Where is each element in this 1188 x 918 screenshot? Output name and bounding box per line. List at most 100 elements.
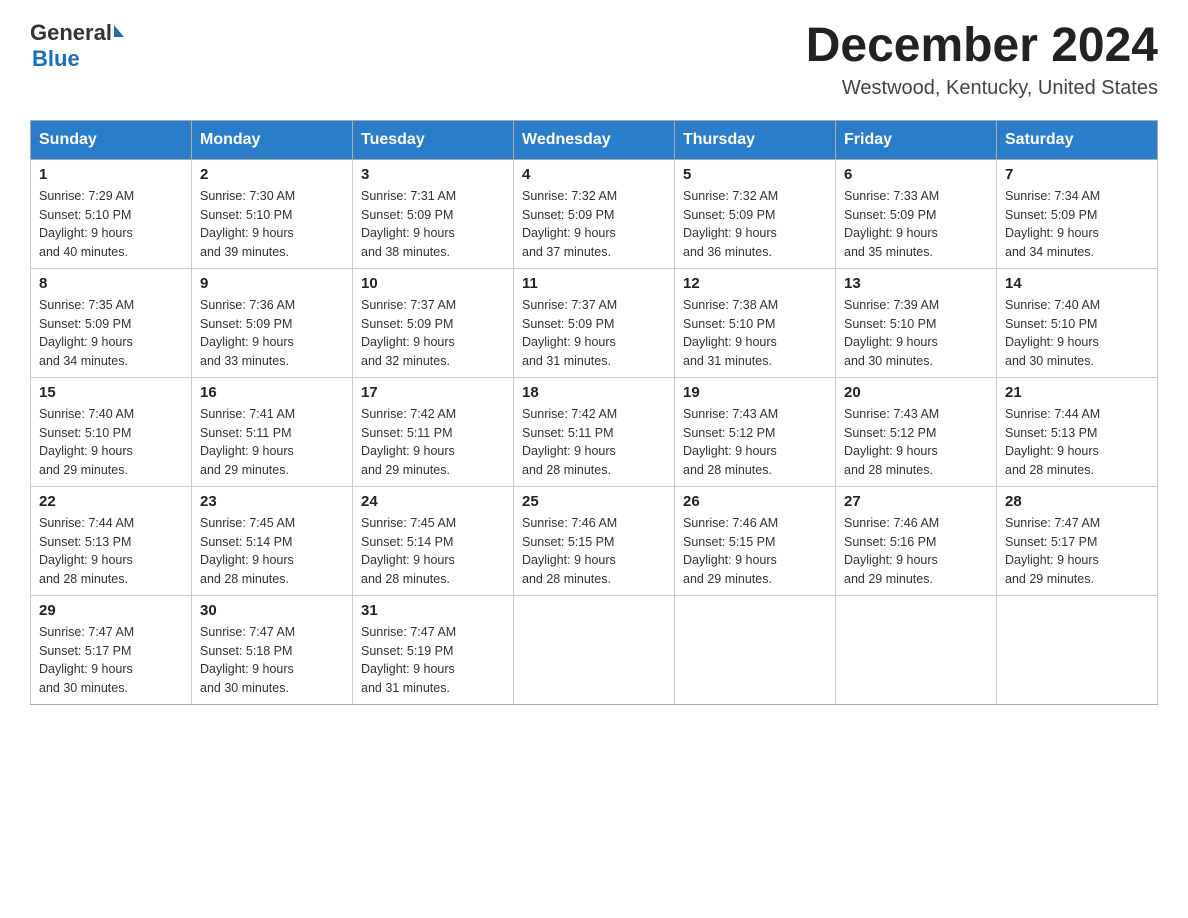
day-info: Sunrise: 7:38 AMSunset: 5:10 PMDaylight:… bbox=[683, 296, 827, 371]
calendar-cell: 31 Sunrise: 7:47 AMSunset: 5:19 PMDayligh… bbox=[353, 595, 514, 704]
calendar-cell: 5 Sunrise: 7:32 AMSunset: 5:09 PMDaylight… bbox=[675, 159, 836, 268]
calendar-cell: 20Sunrise: 7:43 AMSunset: 5:12 PMDayligh… bbox=[836, 377, 997, 486]
day-number: 26 bbox=[683, 493, 827, 510]
day-number: 27 bbox=[844, 493, 988, 510]
location-title: Westwood, Kentucky, United States bbox=[806, 77, 1158, 100]
day-number: 6 bbox=[844, 166, 988, 183]
day-info: Sunrise: 7:39 AMSunset: 5:10 PMDaylight:… bbox=[844, 296, 988, 371]
day-number: 24 bbox=[361, 493, 505, 510]
day-info: Sunrise: 7:34 AMSunset: 5:09 PMDaylight:… bbox=[1005, 187, 1149, 262]
calendar-cell: 13 Sunrise: 7:39 AMSunset: 5:10 PMDayligh… bbox=[836, 268, 997, 377]
calendar-cell: 8Sunrise: 7:35 AMSunset: 5:09 PMDaylight… bbox=[31, 268, 192, 377]
day-number: 4 bbox=[522, 166, 666, 183]
calendar-cell: 6 Sunrise: 7:33 AMSunset: 5:09 PMDaylight… bbox=[836, 159, 997, 268]
day-info: Sunrise: 7:47 AMSunset: 5:17 PMDaylight:… bbox=[39, 623, 183, 698]
calendar-cell bbox=[997, 595, 1158, 704]
day-info: Sunrise: 7:46 AMSunset: 5:15 PMDaylight:… bbox=[522, 514, 666, 589]
calendar-cell: 26 Sunrise: 7:46 AMSunset: 5:15 PMDayligh… bbox=[675, 486, 836, 595]
calendar-cell: 16 Sunrise: 7:41 AMSunset: 5:11 PMDayligh… bbox=[192, 377, 353, 486]
logo: General Blue bbox=[30, 20, 124, 72]
calendar-cell: 15Sunrise: 7:40 AMSunset: 5:10 PMDayligh… bbox=[31, 377, 192, 486]
day-info: Sunrise: 7:42 AMSunset: 5:11 PMDaylight:… bbox=[361, 405, 505, 480]
day-number: 9 bbox=[200, 275, 344, 292]
day-info: Sunrise: 7:43 AMSunset: 5:12 PMDaylight:… bbox=[844, 405, 988, 480]
weekday-header-sunday: Sunday bbox=[31, 120, 192, 159]
day-number: 25 bbox=[522, 493, 666, 510]
day-number: 1 bbox=[39, 166, 183, 183]
page-header: General Blue December 2024 Westwood, Ken… bbox=[30, 20, 1158, 100]
day-info: Sunrise: 7:46 AMSunset: 5:15 PMDaylight:… bbox=[683, 514, 827, 589]
day-number: 8 bbox=[39, 275, 183, 292]
day-info: Sunrise: 7:30 AMSunset: 5:10 PMDaylight:… bbox=[200, 187, 344, 262]
calendar-week-row: 1 Sunrise: 7:29 AMSunset: 5:10 PMDaylight… bbox=[31, 159, 1158, 268]
day-info: Sunrise: 7:41 AMSunset: 5:11 PMDaylight:… bbox=[200, 405, 344, 480]
calendar-cell: 25 Sunrise: 7:46 AMSunset: 5:15 PMDayligh… bbox=[514, 486, 675, 595]
calendar-cell bbox=[514, 595, 675, 704]
day-number: 16 bbox=[200, 384, 344, 401]
day-number: 21 bbox=[1005, 384, 1149, 401]
weekday-header-wednesday: Wednesday bbox=[514, 120, 675, 159]
calendar-cell: 24 Sunrise: 7:45 AMSunset: 5:14 PMDayligh… bbox=[353, 486, 514, 595]
logo-blue-text: Blue bbox=[32, 46, 124, 72]
calendar-cell: 1 Sunrise: 7:29 AMSunset: 5:10 PMDaylight… bbox=[31, 159, 192, 268]
day-number: 31 bbox=[361, 602, 505, 619]
day-info: Sunrise: 7:47 AMSunset: 5:17 PMDaylight:… bbox=[1005, 514, 1149, 589]
day-number: 5 bbox=[683, 166, 827, 183]
calendar-week-row: 15Sunrise: 7:40 AMSunset: 5:10 PMDayligh… bbox=[31, 377, 1158, 486]
day-info: Sunrise: 7:47 AMSunset: 5:18 PMDaylight:… bbox=[200, 623, 344, 698]
calendar-cell: 10 Sunrise: 7:37 AMSunset: 5:09 PMDayligh… bbox=[353, 268, 514, 377]
day-info: Sunrise: 7:32 AMSunset: 5:09 PMDaylight:… bbox=[522, 187, 666, 262]
day-info: Sunrise: 7:37 AMSunset: 5:09 PMDaylight:… bbox=[361, 296, 505, 371]
day-info: Sunrise: 7:33 AMSunset: 5:09 PMDaylight:… bbox=[844, 187, 988, 262]
calendar-cell: 17 Sunrise: 7:42 AMSunset: 5:11 PMDayligh… bbox=[353, 377, 514, 486]
day-info: Sunrise: 7:47 AMSunset: 5:19 PMDaylight:… bbox=[361, 623, 505, 698]
day-number: 13 bbox=[844, 275, 988, 292]
month-title: December 2024 bbox=[806, 20, 1158, 73]
calendar-cell: 22Sunrise: 7:44 AMSunset: 5:13 PMDayligh… bbox=[31, 486, 192, 595]
day-number: 17 bbox=[361, 384, 505, 401]
day-info: Sunrise: 7:43 AMSunset: 5:12 PMDaylight:… bbox=[683, 405, 827, 480]
calendar-cell: 3 Sunrise: 7:31 AMSunset: 5:09 PMDaylight… bbox=[353, 159, 514, 268]
day-info: Sunrise: 7:40 AMSunset: 5:10 PMDaylight:… bbox=[39, 405, 183, 480]
calendar-cell bbox=[675, 595, 836, 704]
day-info: Sunrise: 7:31 AMSunset: 5:09 PMDaylight:… bbox=[361, 187, 505, 262]
calendar-cell: 11 Sunrise: 7:37 AMSunset: 5:09 PMDayligh… bbox=[514, 268, 675, 377]
calendar-cell bbox=[836, 595, 997, 704]
calendar-week-row: 8Sunrise: 7:35 AMSunset: 5:09 PMDaylight… bbox=[31, 268, 1158, 377]
calendar-cell: 29 Sunrise: 7:47 AMSunset: 5:17 PMDayligh… bbox=[31, 595, 192, 704]
day-info: Sunrise: 7:37 AMSunset: 5:09 PMDaylight:… bbox=[522, 296, 666, 371]
weekday-header-tuesday: Tuesday bbox=[353, 120, 514, 159]
calendar-cell: 19Sunrise: 7:43 AMSunset: 5:12 PMDayligh… bbox=[675, 377, 836, 486]
day-info: Sunrise: 7:29 AMSunset: 5:10 PMDaylight:… bbox=[39, 187, 183, 262]
calendar-table: SundayMondayTuesdayWednesdayThursdayFrid… bbox=[30, 120, 1158, 705]
calendar-cell: 4 Sunrise: 7:32 AMSunset: 5:09 PMDaylight… bbox=[514, 159, 675, 268]
calendar-cell: 12Sunrise: 7:38 AMSunset: 5:10 PMDayligh… bbox=[675, 268, 836, 377]
calendar-cell: 28Sunrise: 7:47 AMSunset: 5:17 PMDayligh… bbox=[997, 486, 1158, 595]
title-section: December 2024 Westwood, Kentucky, United… bbox=[806, 20, 1158, 100]
day-number: 30 bbox=[200, 602, 344, 619]
calendar-cell: 23Sunrise: 7:45 AMSunset: 5:14 PMDayligh… bbox=[192, 486, 353, 595]
day-number: 11 bbox=[522, 275, 666, 292]
day-info: Sunrise: 7:44 AMSunset: 5:13 PMDaylight:… bbox=[1005, 405, 1149, 480]
day-number: 14 bbox=[1005, 275, 1149, 292]
calendar-week-row: 22Sunrise: 7:44 AMSunset: 5:13 PMDayligh… bbox=[31, 486, 1158, 595]
calendar-cell: 9 Sunrise: 7:36 AMSunset: 5:09 PMDaylight… bbox=[192, 268, 353, 377]
day-info: Sunrise: 7:42 AMSunset: 5:11 PMDaylight:… bbox=[522, 405, 666, 480]
day-info: Sunrise: 7:45 AMSunset: 5:14 PMDaylight:… bbox=[361, 514, 505, 589]
weekday-header-thursday: Thursday bbox=[675, 120, 836, 159]
day-number: 29 bbox=[39, 602, 183, 619]
calendar-cell: 21 Sunrise: 7:44 AMSunset: 5:13 PMDayligh… bbox=[997, 377, 1158, 486]
calendar-week-row: 29 Sunrise: 7:47 AMSunset: 5:17 PMDayligh… bbox=[31, 595, 1158, 704]
weekday-header-monday: Monday bbox=[192, 120, 353, 159]
day-number: 23 bbox=[200, 493, 344, 510]
day-info: Sunrise: 7:32 AMSunset: 5:09 PMDaylight:… bbox=[683, 187, 827, 262]
day-number: 10 bbox=[361, 275, 505, 292]
day-number: 7 bbox=[1005, 166, 1149, 183]
day-info: Sunrise: 7:36 AMSunset: 5:09 PMDaylight:… bbox=[200, 296, 344, 371]
day-number: 3 bbox=[361, 166, 505, 183]
calendar-cell: 7 Sunrise: 7:34 AMSunset: 5:09 PMDaylight… bbox=[997, 159, 1158, 268]
day-number: 22 bbox=[39, 493, 183, 510]
calendar-cell: 14Sunrise: 7:40 AMSunset: 5:10 PMDayligh… bbox=[997, 268, 1158, 377]
logo-general-text: General bbox=[30, 20, 112, 46]
calendar-cell: 2Sunrise: 7:30 AMSunset: 5:10 PMDaylight… bbox=[192, 159, 353, 268]
